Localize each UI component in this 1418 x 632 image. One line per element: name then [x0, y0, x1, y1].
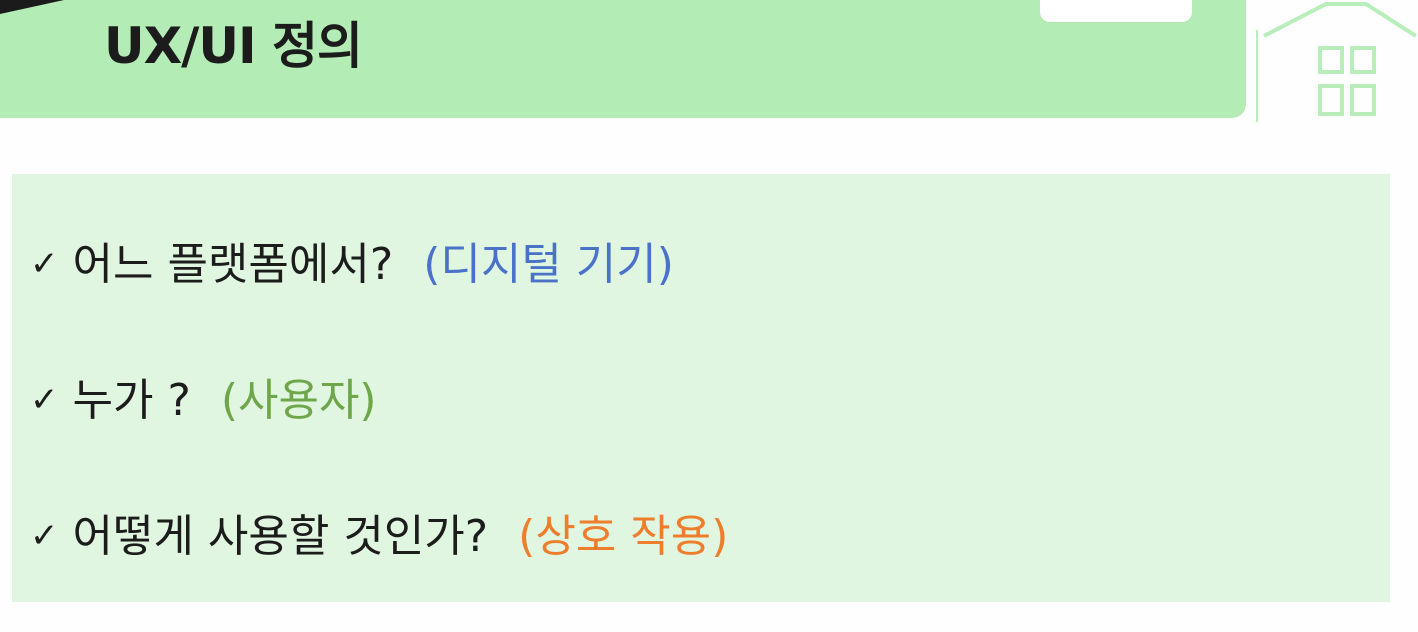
- item-question: 어떻게 사용할 것인가?: [72, 511, 489, 562]
- item-note: (사용자): [220, 375, 377, 426]
- item-question: 누가 ?: [72, 375, 191, 426]
- check-icon: ✓: [30, 244, 59, 284]
- slide-title: UX/UI 정의: [104, 17, 363, 75]
- checklist-item-platform: ✓ 어느 플랫폼에서? (디지털 기기): [30, 236, 674, 293]
- top-tab-decoration: [1040, 0, 1192, 22]
- check-icon: ✓: [30, 516, 59, 556]
- checklist-item-who: ✓ 누가 ? (사용자): [30, 372, 377, 429]
- check-icon: ✓: [30, 380, 59, 420]
- item-note: (상호 작용): [518, 511, 729, 562]
- item-question: 어느 플랫폼에서?: [72, 239, 394, 290]
- item-note: (디지털 기기): [423, 239, 674, 290]
- corner-triangle-decoration: [0, 0, 64, 14]
- checklist-item-how: ✓ 어떻게 사용할 것인가? (상호 작용): [30, 508, 728, 565]
- house-icon: [1256, 1, 1418, 122]
